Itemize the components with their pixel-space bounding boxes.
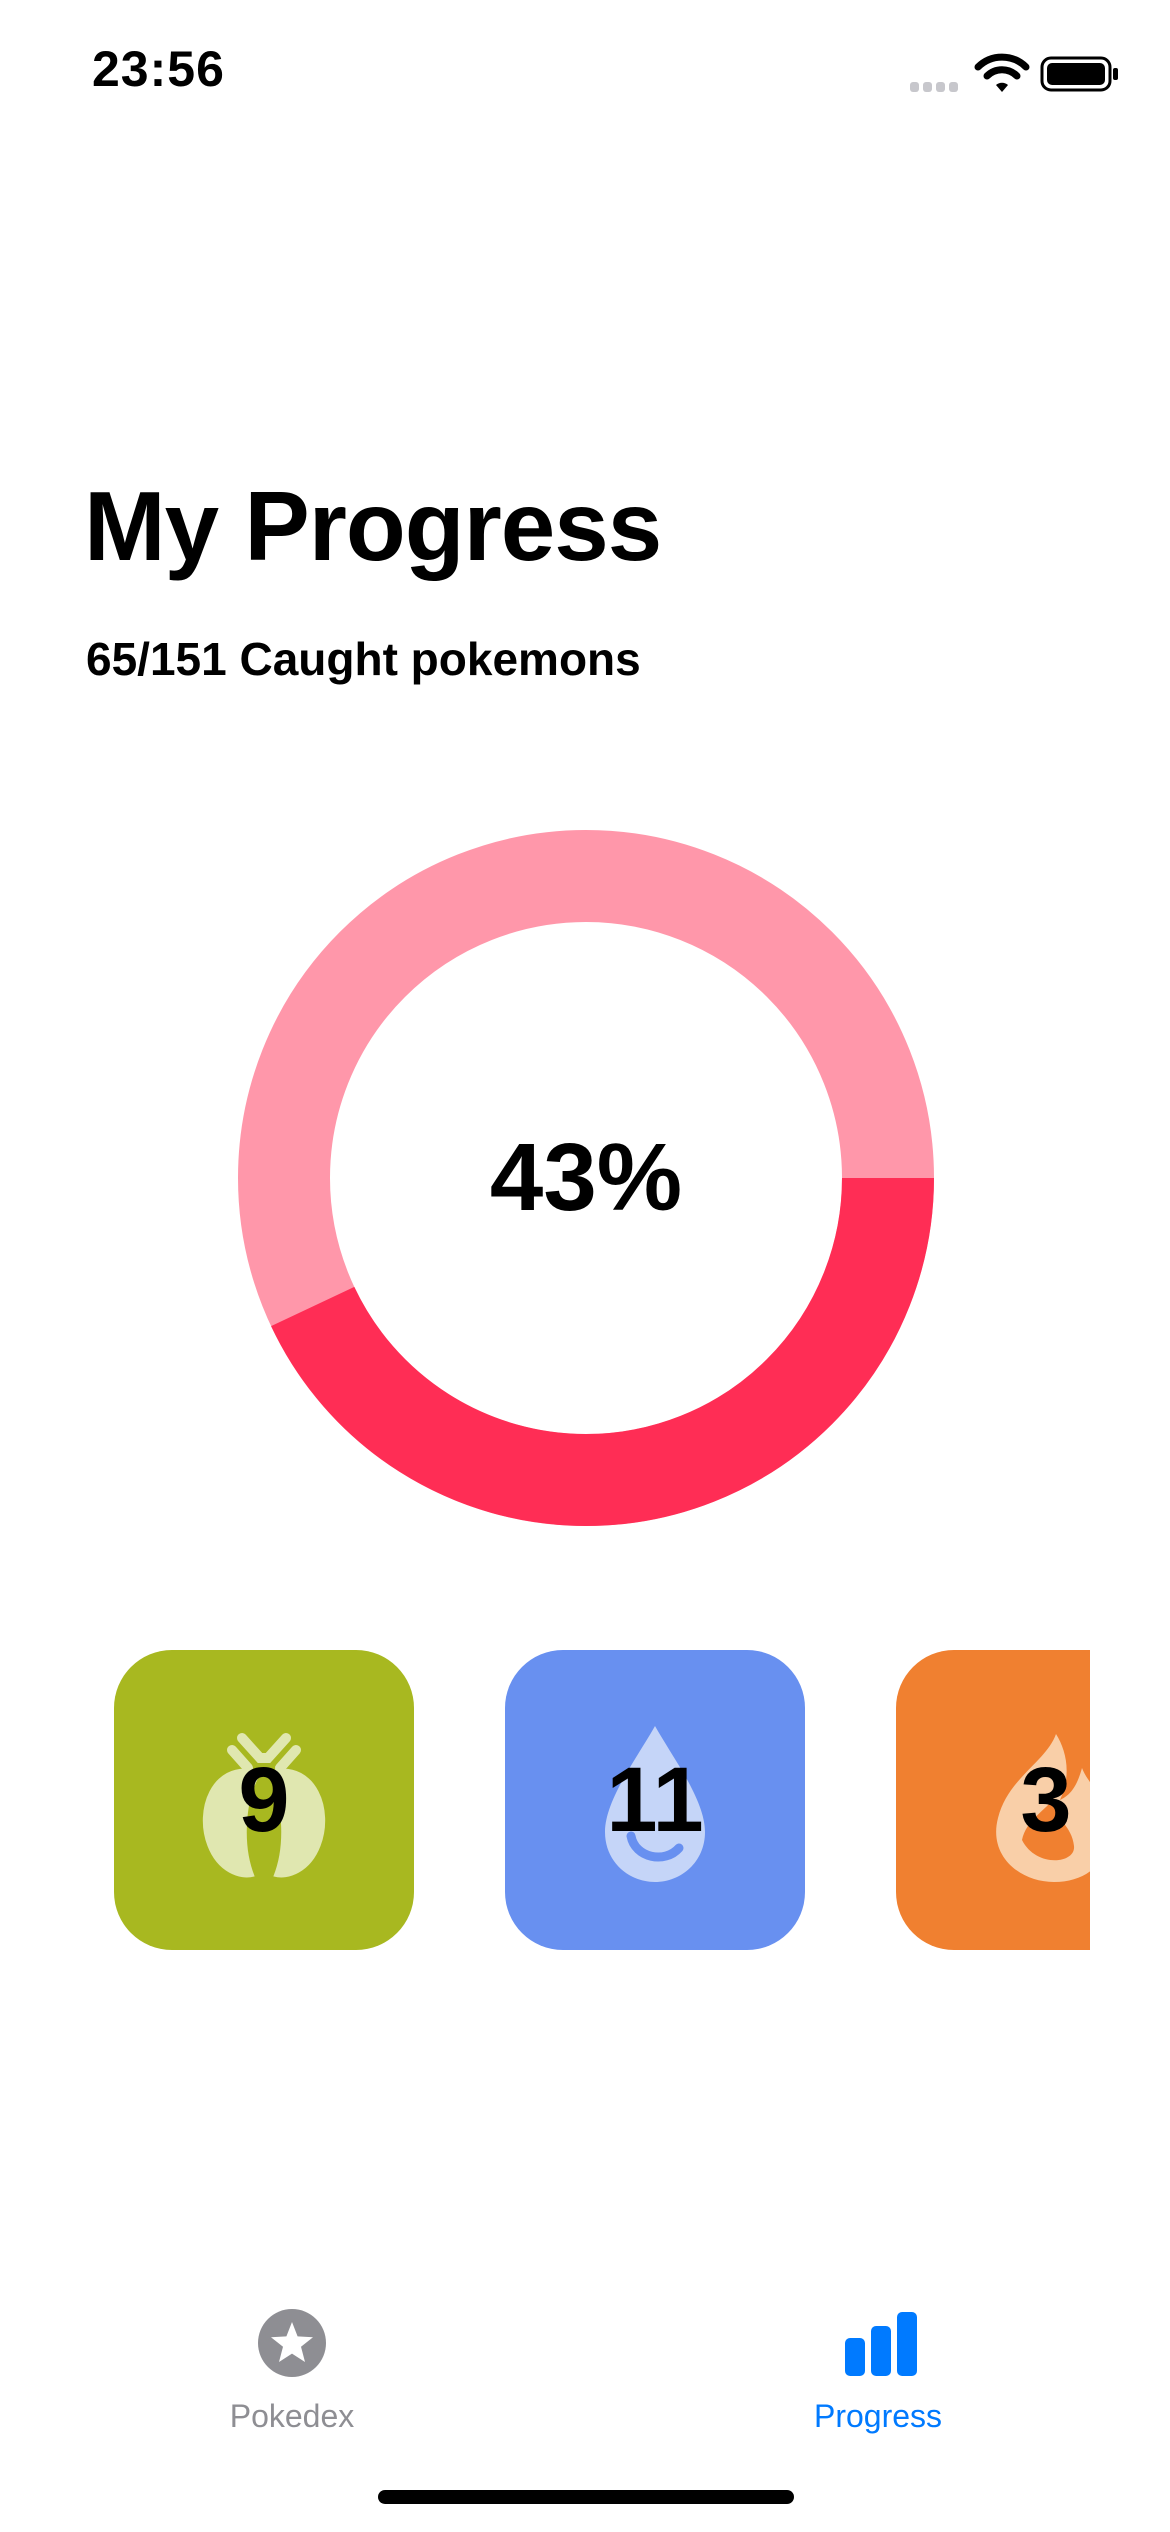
progress-percent-label: 43% xyxy=(489,1124,683,1231)
battery-icon xyxy=(1040,56,1118,92)
type-count: 3 xyxy=(1020,1748,1072,1851)
tab-progress[interactable]: Progress xyxy=(728,2308,1028,2458)
star-circle-icon xyxy=(258,2309,326,2377)
progress-screen: 23:56 My Progress 65/151 Caught pokemons xyxy=(0,0,1170,2532)
status-bar: 23:56 xyxy=(0,0,1170,150)
type-card-bug[interactable]: 9 xyxy=(114,1650,414,1950)
bar-chart-icon xyxy=(845,2312,917,2376)
home-indicator xyxy=(378,2490,794,2504)
tab-label: Pokedex xyxy=(229,2398,355,2434)
status-time: 23:56 xyxy=(92,41,225,97)
wifi-icon xyxy=(974,53,1030,92)
caught-count-subtitle: 65/151 Caught pokemons xyxy=(86,633,641,685)
cellular-signal-icon xyxy=(910,82,958,92)
type-cards-carousel[interactable]: 9 11 3 xyxy=(0,1650,1090,1950)
page-title: My Progress xyxy=(84,471,662,581)
type-count: 9 xyxy=(238,1748,290,1851)
type-count: 11 xyxy=(606,1748,704,1851)
progress-ring: 43% xyxy=(238,830,934,1526)
type-card-water[interactable]: 11 xyxy=(505,1650,805,1950)
tab-label: Progress xyxy=(813,2398,943,2434)
tab-pokedex[interactable]: Pokedex xyxy=(142,2308,442,2458)
status-icons xyxy=(908,52,1118,96)
type-card-fire[interactable]: 3 xyxy=(896,1650,1090,1950)
